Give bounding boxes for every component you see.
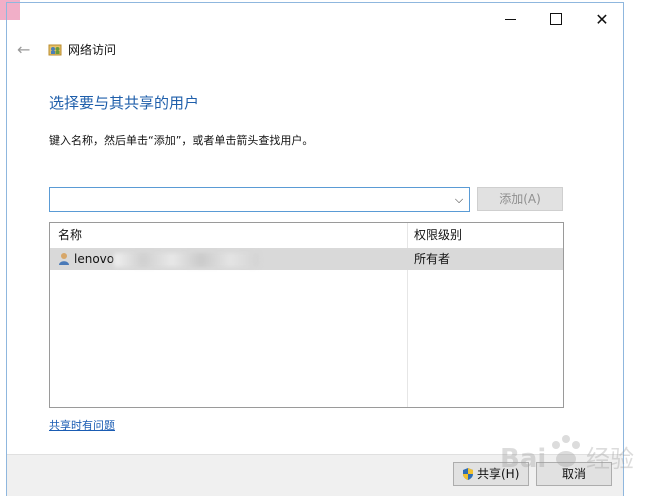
users-table: 名称 权限级别 lenovo 所有者	[49, 222, 564, 408]
table-header: 名称 权限级别	[50, 223, 563, 247]
user-combo-box[interactable]: ⌵	[49, 187, 470, 212]
uac-shield-icon	[463, 468, 473, 480]
window-title: 网络访问	[68, 43, 117, 57]
user-name-input[interactable]	[52, 190, 451, 211]
maximize-button[interactable]	[533, 4, 579, 34]
table-row[interactable]: lenovo 所有者	[50, 248, 563, 270]
network-users-icon	[48, 44, 62, 56]
sharing-problems-link[interactable]: 共享时有问题	[49, 417, 115, 433]
user-name-cell: lenovo	[74, 252, 115, 266]
column-header-permission[interactable]: 权限级别	[414, 223, 462, 247]
page-heading: 选择要与其共享的用户	[49, 94, 200, 112]
maximize-icon	[550, 13, 562, 25]
close-button[interactable]: ✕	[579, 4, 625, 34]
column-header-name[interactable]: 名称	[58, 223, 82, 247]
instruction-text: 键入名称，然后单击“添加”，或者单击箭头查找用户。	[49, 134, 314, 147]
share-dialog: ✕ ← 网络访问 选择要与其共享的用户 键入名称，然后单击“添加”，或者单击箭头…	[0, 0, 655, 501]
minimize-button[interactable]	[487, 4, 533, 34]
back-arrow-icon[interactable]: ←	[17, 42, 35, 58]
title-bar-controls: ✕	[487, 4, 625, 34]
add-button[interactable]: 添加(A)	[477, 187, 563, 211]
minimize-icon	[504, 18, 516, 20]
svg-text:Bai: Bai	[500, 444, 546, 474]
svg-text:经验: 经验	[586, 445, 634, 473]
redacted-text	[114, 253, 259, 267]
permission-cell: 所有者	[414, 252, 451, 266]
baidu-watermark-logo: Bai 经验	[500, 435, 634, 474]
user-icon	[59, 253, 69, 265]
close-icon: ✕	[595, 9, 609, 29]
chevron-down-icon[interactable]: ⌵	[453, 194, 465, 206]
